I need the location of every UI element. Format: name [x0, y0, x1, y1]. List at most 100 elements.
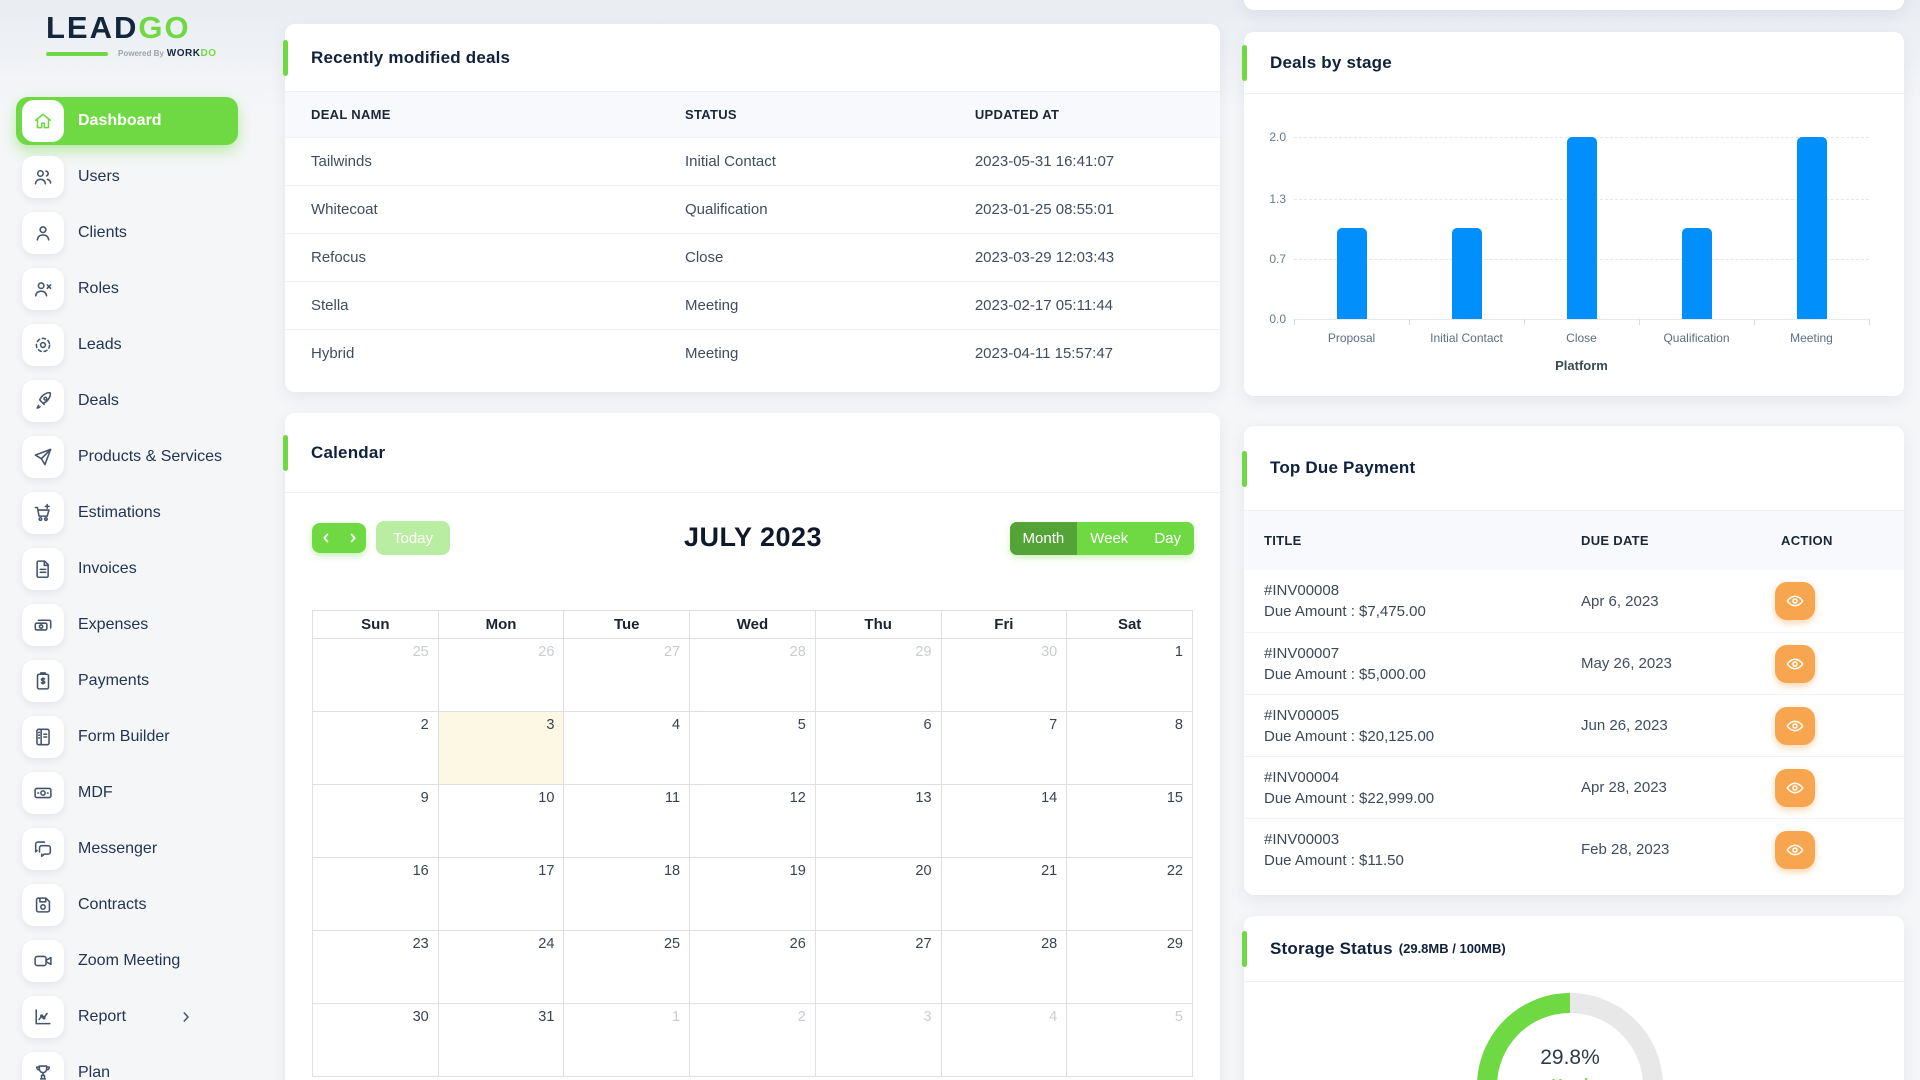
sidebar-item-deals[interactable]: Deals — [16, 377, 238, 425]
calendar-grid: SunMonTueWedThuFriSat 252627282930123456… — [312, 610, 1193, 1077]
calendar-day-cell[interactable]: 7 — [941, 712, 1067, 785]
calendar-view-day-button[interactable]: Day — [1141, 522, 1194, 555]
deal-status: Initial Contact — [659, 138, 949, 186]
deal-row: HybridMeeting2023-04-11 15:57:47 — [285, 330, 1220, 378]
view-invoice-button[interactable] — [1775, 769, 1815, 807]
invoice-due-date: Jun 26, 2023 — [1581, 717, 1781, 734]
calendar-day-cell[interactable]: 19 — [690, 858, 816, 931]
chart-x-axis-tick — [1869, 319, 1870, 325]
calendar-day-cell[interactable]: 11 — [564, 785, 690, 858]
chart-x-axis-title: Platform — [1294, 358, 1869, 373]
sidebar-item-form-builder[interactable]: Form Builder — [16, 713, 238, 761]
card-accent-bar — [283, 435, 288, 471]
calendar-day-cell[interactable]: 18 — [564, 858, 690, 931]
sidebar-item-clients[interactable]: Clients — [16, 209, 238, 257]
plan-icon — [22, 1052, 64, 1080]
deal-icon — [22, 380, 64, 422]
sidebar-item-label: Clients — [78, 224, 127, 242]
calendar-day-cell[interactable]: 29 — [1067, 931, 1193, 1004]
calendar-day-cell[interactable]: 3 — [815, 1004, 941, 1077]
sidebar-item-label: Messenger — [78, 840, 157, 858]
view-invoice-button[interactable] — [1775, 707, 1815, 745]
lead-icon — [22, 324, 64, 366]
sidebar-item-messenger[interactable]: Messenger — [16, 825, 238, 873]
calendar-day-cell[interactable]: 29 — [815, 639, 941, 712]
chart-y-tick-label: 1.3 — [1244, 192, 1286, 206]
calendar-day-cell[interactable]: 14 — [941, 785, 1067, 858]
calendar-day-cell[interactable]: 28 — [690, 639, 816, 712]
calendar-day-cell[interactable]: 4 — [564, 712, 690, 785]
calendar-day-cell[interactable]: 12 — [690, 785, 816, 858]
calendar-day-cell[interactable]: 2 — [313, 712, 439, 785]
card-accent-bar — [1242, 451, 1247, 487]
calendar-day-cell[interactable]: 2 — [690, 1004, 816, 1077]
calendar-day-cell[interactable]: 28 — [941, 931, 1067, 1004]
calendar-day-cell[interactable]: 23 — [313, 931, 439, 1004]
calendar-day-cell[interactable]: 1 — [564, 1004, 690, 1077]
sidebar-item-dashboard[interactable]: Dashboard — [16, 97, 238, 145]
invoice-due-date: May 26, 2023 — [1581, 655, 1781, 672]
deals-by-stage-bar-chart: Platform 2.01.30.70.0ProposalInitial Con… — [1244, 94, 1904, 394]
calendar-day-cell[interactable]: 9 — [313, 785, 439, 858]
chart-x-axis-tick — [1524, 319, 1525, 325]
deals-by-stage-card: Deals by stage Platform 2.01.30.70.0Prop… — [1244, 32, 1904, 396]
calendar-day-cell[interactable]: 27 — [564, 639, 690, 712]
calendar-day-cell[interactable]: 1 — [1067, 639, 1193, 712]
sidebar-item-contracts[interactable]: Contracts — [16, 881, 238, 929]
calendar-day-cell[interactable]: 26 — [690, 931, 816, 1004]
calendar-day-cell[interactable]: 16 — [313, 858, 439, 931]
sidebar-item-invoices[interactable]: Invoices — [16, 545, 238, 593]
calendar-day-cell[interactable]: 4 — [941, 1004, 1067, 1077]
invoice-icon — [22, 548, 64, 590]
calendar-day-cell[interactable]: 24 — [438, 931, 564, 1004]
payment-row: #INV00005Due Amount : $20,125.00Jun 26, … — [1244, 694, 1904, 756]
calendar-day-cell[interactable]: 30 — [941, 639, 1067, 712]
calendar-day-cell[interactable]: 5 — [1067, 1004, 1193, 1077]
mdf-icon — [22, 772, 64, 814]
sidebar-item-expenses[interactable]: Expenses — [16, 601, 238, 649]
deal-row: TailwindsInitial Contact2023-05-31 16:41… — [285, 138, 1220, 186]
deal-status: Close — [659, 234, 949, 282]
sidebar-item-products-and-services[interactable]: Products & Services — [16, 433, 238, 481]
calendar-day-cell[interactable]: 5 — [690, 712, 816, 785]
calendar-day-cell[interactable]: 30 — [313, 1004, 439, 1077]
calendar-day-cell[interactable]: 27 — [815, 931, 941, 1004]
bar-qualification — [1682, 228, 1712, 319]
sidebar-item-label: Expenses — [78, 616, 148, 634]
calendar-day-cell[interactable]: 25 — [313, 639, 439, 712]
sidebar-item-report[interactable]: Report — [16, 993, 238, 1041]
sidebar-item-roles[interactable]: Roles — [16, 265, 238, 313]
sidebar-item-mdf[interactable]: MDF — [16, 769, 238, 817]
sidebar-item-label: Leads — [78, 336, 122, 354]
view-invoice-button[interactable] — [1775, 831, 1815, 869]
view-invoice-button[interactable] — [1775, 582, 1815, 620]
bar-meeting — [1797, 137, 1827, 319]
calendar-view-month-button[interactable]: Month — [1010, 522, 1078, 555]
deal-row: RefocusClose2023-03-29 12:03:43 — [285, 234, 1220, 282]
invoice-due-date: Apr 6, 2023 — [1581, 593, 1781, 610]
payment-row: #INV00007Due Amount : $5,000.00May 26, 2… — [1244, 632, 1904, 694]
calendar-day-cell-today[interactable]: 3 — [438, 712, 564, 785]
calendar-day-cell[interactable]: 15 — [1067, 785, 1193, 858]
sidebar-item-estimations[interactable]: Estimations — [16, 489, 238, 537]
calendar-day-cell[interactable]: 26 — [438, 639, 564, 712]
sidebar-item-plan[interactable]: Plan — [16, 1049, 238, 1080]
calendar-day-cell[interactable]: 17 — [438, 858, 564, 931]
calendar-day-cell[interactable]: 8 — [1067, 712, 1193, 785]
calendar-day-cell[interactable]: 25 — [564, 931, 690, 1004]
calendar-day-cell[interactable]: 10 — [438, 785, 564, 858]
calendar-day-cell[interactable]: 21 — [941, 858, 1067, 931]
calendar-view-week-button[interactable]: Week — [1077, 522, 1141, 555]
sidebar-item-users[interactable]: Users — [16, 153, 238, 201]
sidebar-item-zoom-meeting[interactable]: Zoom Meeting — [16, 937, 238, 985]
calendar-day-cell[interactable]: 13 — [815, 785, 941, 858]
sidebar-item-payments[interactable]: Payments — [16, 657, 238, 705]
calendar-day-cell[interactable]: 20 — [815, 858, 941, 931]
chart-gridline — [1294, 319, 1869, 320]
deals-card-title: Recently modified deals — [311, 48, 510, 68]
calendar-day-cell[interactable]: 31 — [438, 1004, 564, 1077]
view-invoice-button[interactable] — [1775, 645, 1815, 683]
sidebar-item-leads[interactable]: Leads — [16, 321, 238, 369]
calendar-day-cell[interactable]: 6 — [815, 712, 941, 785]
calendar-day-cell[interactable]: 22 — [1067, 858, 1193, 931]
